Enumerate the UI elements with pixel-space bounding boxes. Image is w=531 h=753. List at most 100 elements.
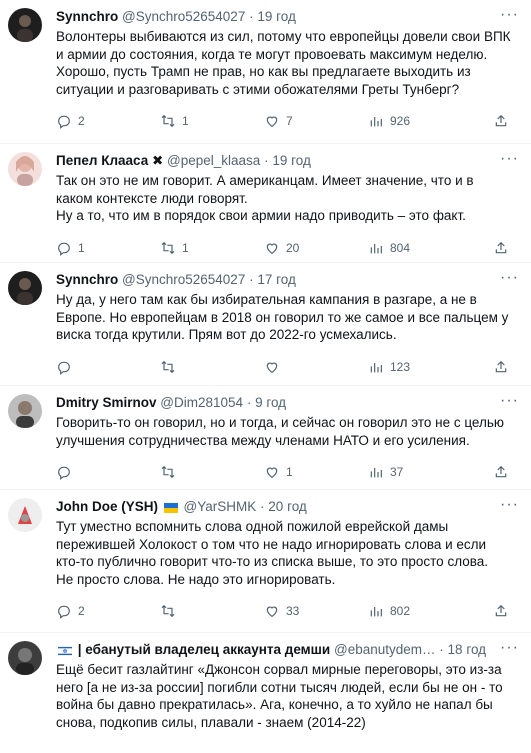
share-button[interactable] — [493, 359, 517, 375]
tweet[interactable]: ··· Synnchro @Synchro52654027 · 19 год В… — [0, 0, 531, 144]
action-bar: 2 33 802 — [56, 594, 517, 628]
author-name[interactable]: Synnchro — [56, 9, 118, 24]
share-icon — [495, 465, 507, 478]
action-bar: 1 37 — [56, 455, 517, 489]
tweet[interactable]: ··· Dmitry Smirnov @Dim281054 · 9 год Го… — [0, 386, 531, 490]
like-button[interactable]: 20 — [264, 240, 368, 256]
text-line: пережившей Холокост о том что не надо иг… — [56, 536, 487, 552]
author-handle[interactable]: @YarSHMK — [184, 499, 257, 514]
reply-feed: ··· Synnchro @Synchro52654027 · 19 год В… — [0, 0, 531, 753]
like-button[interactable]: 7 — [264, 113, 368, 129]
author-name[interactable]: Dmitry Smirnov — [56, 395, 157, 410]
reply-button[interactable] — [56, 359, 160, 375]
retweet-icon — [161, 114, 175, 128]
share-button[interactable] — [493, 113, 517, 129]
like-count: 33 — [286, 604, 300, 618]
author-handle[interactable]: @Dim281054 — [160, 395, 243, 410]
like-button[interactable]: 1 — [264, 464, 368, 480]
reply-count: 2 — [78, 114, 85, 128]
avatar[interactable] — [8, 152, 42, 186]
author-name[interactable]: | ебанутый владелец аккаунта демши — [78, 642, 330, 657]
reply-button[interactable] — [56, 464, 160, 480]
author-handle[interactable]: @Synchro52654027 — [122, 272, 245, 287]
views-icon — [370, 362, 382, 372]
text-line: ситуации и разговаривать с этими обожате… — [56, 81, 460, 97]
avatar[interactable] — [8, 394, 42, 428]
retweet-button[interactable] — [160, 603, 264, 619]
view-count: 802 — [390, 604, 411, 618]
like-button[interactable]: 33 — [264, 603, 368, 619]
text-line: него [а не из-за россии] погибли сотни т… — [56, 679, 503, 695]
avatar[interactable] — [8, 8, 42, 42]
text-line: каком контексте люди говорят. — [56, 190, 248, 206]
text-line: Хорошо, пусть Трамп не прав, но как вы п… — [56, 64, 471, 79]
israel-flag-icon — [57, 643, 73, 659]
reply-button[interactable]: 2 — [56, 603, 160, 619]
view-count: 926 — [390, 114, 411, 128]
timestamp[interactable]: 19 год — [272, 153, 310, 168]
share-button[interactable] — [493, 240, 517, 256]
timestamp[interactable]: 19 год — [257, 9, 295, 24]
avatar[interactable] — [8, 641, 42, 675]
text-line: Ну а то, что им в порядок свои армии над… — [56, 208, 466, 223]
views-icon — [370, 117, 382, 127]
more-options-icon[interactable]: ··· — [500, 6, 519, 24]
tweet-text: Говорить-то он говорил, но и тогда, и се… — [56, 414, 517, 449]
author-handle[interactable]: @ebanutydem… — [334, 642, 436, 657]
retweet-button[interactable]: 1 — [160, 240, 264, 256]
tweet[interactable]: ··· Пепел Клааса ✖ @pepel_klaasa · 19 го… — [0, 144, 531, 263]
text-line: война бы давно прекратилась». Ага, конеч… — [56, 697, 493, 712]
view-count: 123 — [390, 359, 411, 374]
more-options-icon[interactable]: ··· — [500, 150, 519, 168]
retweet-button[interactable]: 1 — [160, 113, 264, 129]
views-button[interactable]: 123 — [368, 359, 472, 375]
tweet[interactable]: ··· Synnchro @Synchro52654027 · 17 год Н… — [0, 263, 531, 386]
reply-button[interactable]: 1 — [56, 240, 160, 256]
views-button[interactable]: 926 — [368, 113, 472, 129]
views-button[interactable]: 804 — [368, 240, 472, 256]
tweet-text: Тут уместно вспомнить слова одной пожило… — [56, 518, 517, 588]
author-handle[interactable]: @Synchro52654027 — [122, 9, 245, 24]
retweet-button[interactable] — [160, 359, 264, 375]
retweet-icon — [161, 360, 175, 373]
retweet-button[interactable] — [160, 464, 264, 480]
share-button[interactable] — [493, 603, 517, 619]
tweet[interactable]: ··· John Doe (YSH) @YarSHMK · 20 год Тут… — [0, 490, 531, 633]
author-handle[interactable]: @pepel_klaasa — [167, 153, 260, 168]
separator: · — [439, 642, 444, 657]
share-icon — [495, 241, 507, 253]
avatar[interactable] — [8, 271, 42, 305]
separator: · — [249, 272, 254, 287]
heart-icon — [266, 606, 278, 618]
share-button[interactable] — [493, 464, 517, 480]
reply-button[interactable]: 2 — [56, 113, 160, 129]
more-options-icon[interactable]: ··· — [500, 269, 519, 287]
more-options-icon[interactable]: ··· — [500, 496, 519, 514]
more-options-icon[interactable]: ··· — [500, 639, 519, 657]
author-name[interactable]: Пепел Клааса ✖ — [56, 153, 163, 168]
timestamp[interactable]: 20 год — [268, 499, 306, 514]
author-name[interactable]: John Doe (YSH) — [56, 499, 158, 514]
reply-icon — [58, 605, 70, 619]
like-count: 20 — [286, 240, 300, 255]
timestamp[interactable]: 18 год — [448, 642, 486, 657]
view-count: 804 — [390, 240, 411, 255]
action-bar: 2 1 7 926 — [56, 104, 517, 138]
timestamp[interactable]: 17 год — [257, 272, 295, 287]
like-button[interactable] — [264, 359, 368, 375]
views-button[interactable]: 37 — [368, 464, 472, 480]
views-button[interactable]: 802 — [368, 603, 472, 619]
text-line: Европе. Но европейцам в 2018 он говорил … — [56, 309, 509, 325]
action-bar: 123 — [56, 350, 517, 384]
timestamp[interactable]: 9 год — [255, 395, 286, 410]
text-line: снова, подкопив силы, плавали - знаем (2… — [56, 714, 366, 730]
retweet-icon — [161, 604, 175, 618]
text-line: Тут уместно вспомнить слова одной пожило… — [56, 519, 449, 534]
author-name[interactable]: Synnchro — [56, 272, 118, 287]
more-options-icon[interactable]: ··· — [500, 392, 519, 410]
reply-count: 1 — [78, 240, 85, 255]
avatar[interactable] — [8, 498, 42, 532]
like-count: 7 — [286, 114, 293, 128]
reply-icon — [58, 115, 70, 129]
tweet[interactable]: ··· | ебанутый владелец аккаунта демши @… — [0, 633, 531, 753]
